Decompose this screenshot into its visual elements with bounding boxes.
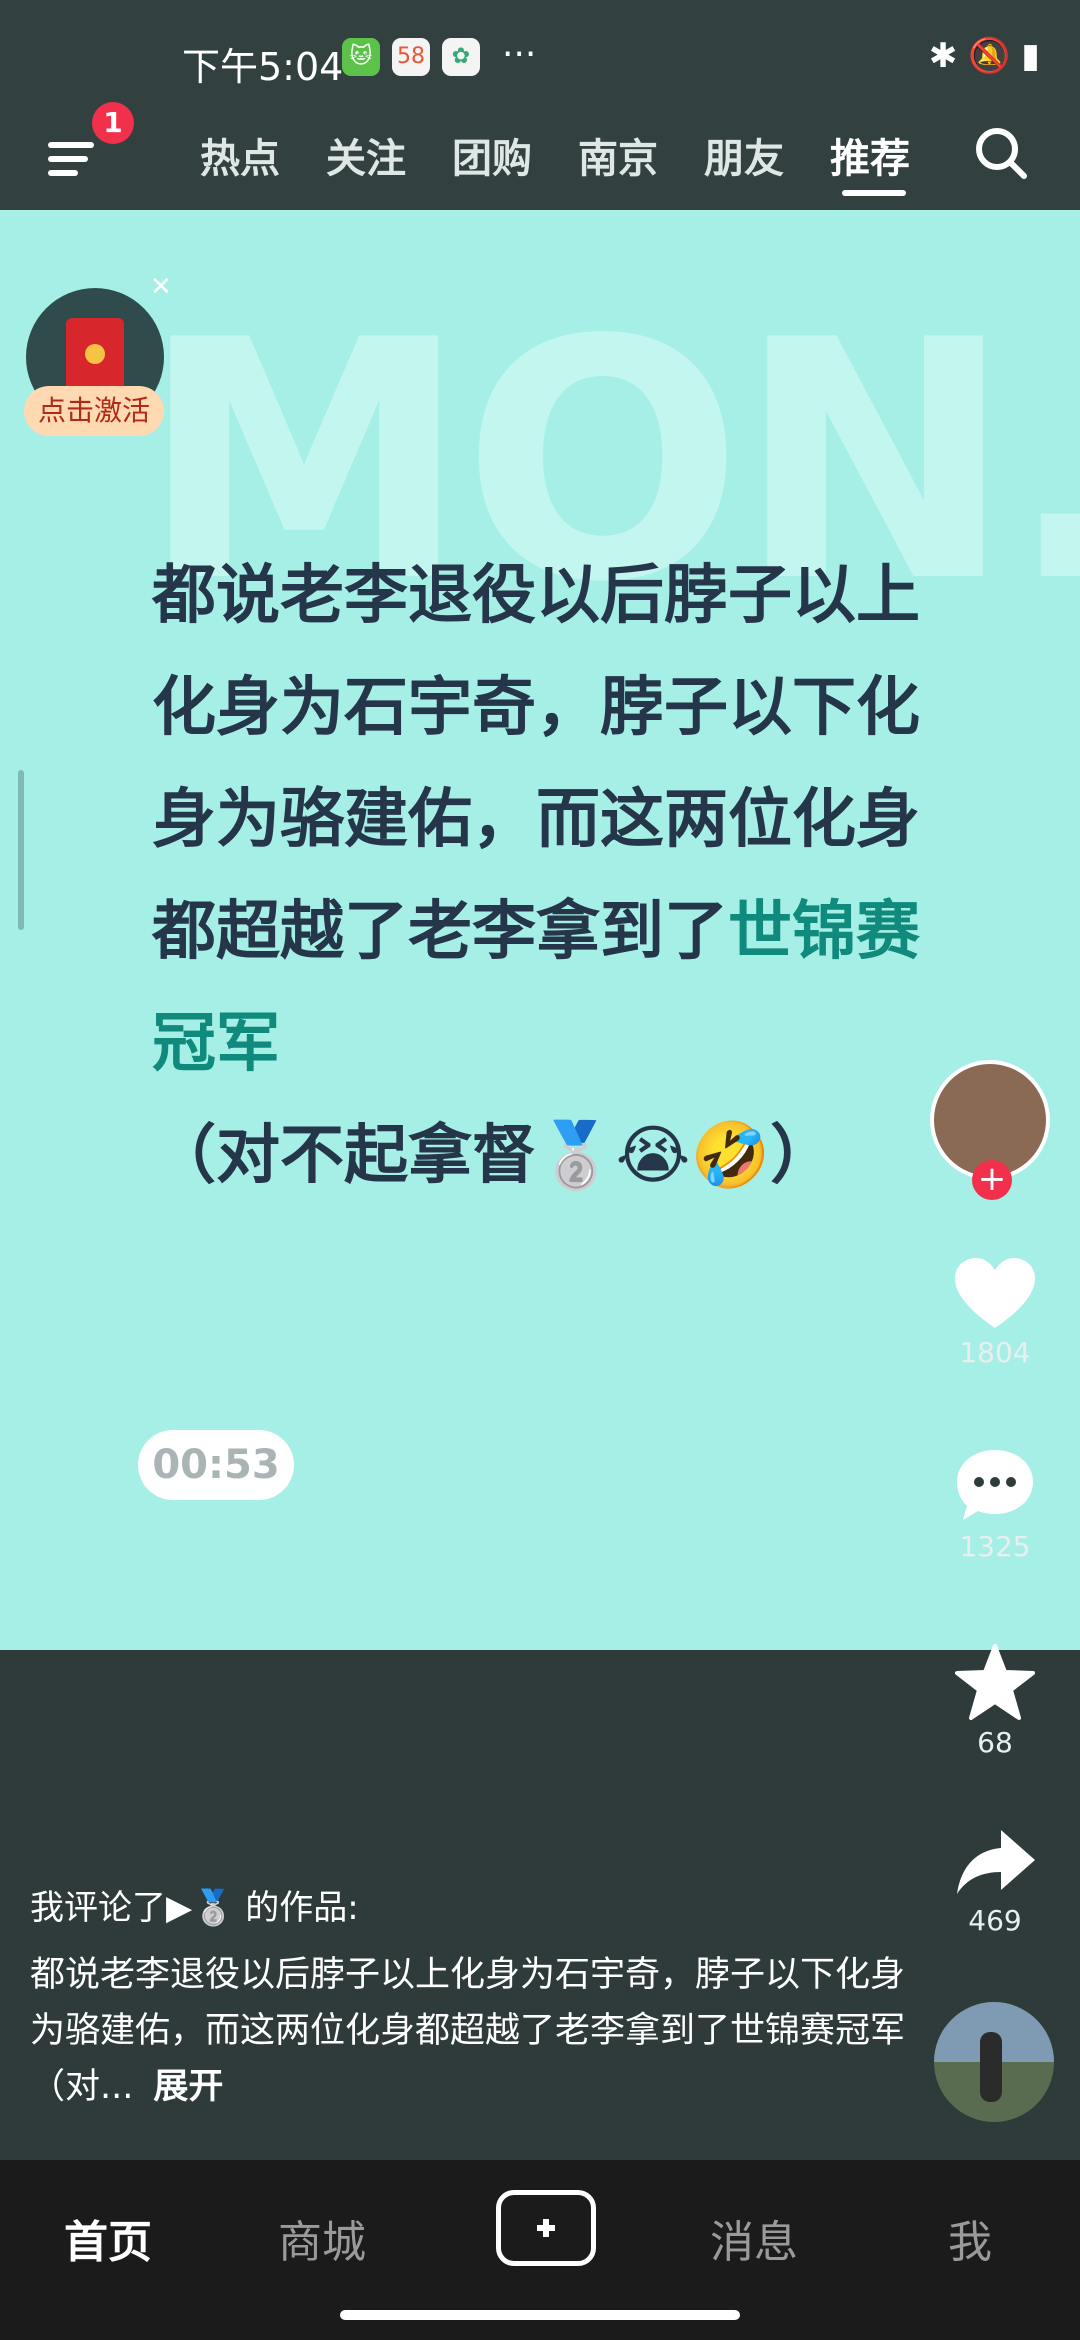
video-scroll-indicator xyxy=(18,770,24,930)
post-description: 都说老李退役以后脖子以上化身为石宇奇，脖子以下化身为骆建佑，而这两位化身都超越了… xyxy=(30,1947,910,2115)
like-button[interactable]: 1804 xyxy=(940,1256,1050,1369)
nav-home[interactable]: 首页 xyxy=(64,2206,152,2270)
home-indicator xyxy=(340,2310,740,2320)
tab-recommended[interactable]: 推荐 xyxy=(830,126,910,184)
bottom-nav: 首页 商城 消息 我 xyxy=(0,2160,1080,2340)
tab-following[interactable]: 关注 xyxy=(326,126,406,184)
app-notification-icon: ✿ xyxy=(442,38,480,76)
tab-group-buy[interactable]: 团购 xyxy=(452,126,532,184)
more-notifications-icon: ··· xyxy=(502,34,537,75)
red-envelope-icon xyxy=(66,318,124,390)
share-arrow-icon xyxy=(957,1830,1035,1894)
activate-label[interactable]: 点击激活 xyxy=(24,386,164,436)
music-disc-avatar[interactable] xyxy=(934,2002,1054,2122)
status-time: 下午5:04 xyxy=(182,45,344,89)
menu-icon xyxy=(48,142,94,148)
top-nav: 1 热点 关注 团购 南京 朋友 推荐 xyxy=(0,102,1080,210)
tab-hot[interactable]: 热点 xyxy=(200,126,280,184)
close-widget-icon[interactable]: ✕ xyxy=(150,272,172,302)
menu-button[interactable] xyxy=(42,130,98,186)
share-count: 469 xyxy=(968,1904,1022,1937)
app-58-notification-icon: 58 xyxy=(392,38,430,76)
share-button[interactable]: 469 xyxy=(940,1826,1050,1937)
search-icon xyxy=(976,128,1027,179)
comment-button[interactable]: 1325 xyxy=(940,1446,1050,1563)
bluetooth-icon: ✱ xyxy=(928,36,958,76)
system-status-icons: ✱ 🔕 ▮ xyxy=(929,36,1040,76)
notification-badge: 1 xyxy=(92,102,134,144)
video-caption: 都说老李退役以后脖子以上化身为石宇奇，脖子以下化身为骆建佑，而这两位化身都超越了… xyxy=(152,540,942,1212)
video-player[interactable]: MON. 都说老李退役以后脖子以上化身为石宇奇，脖子以下化身为骆建佑，而这两位化… xyxy=(0,210,1080,1650)
comment-count: 1325 xyxy=(959,1530,1031,1563)
like-count: 1804 xyxy=(959,1336,1031,1369)
caption-text-end: （对不起拿督🥈😭🤣） xyxy=(152,1119,835,1193)
comment-icon xyxy=(957,1450,1033,1520)
search-button[interactable] xyxy=(970,122,1032,184)
nav-mall[interactable]: 商城 xyxy=(278,2206,366,2270)
tab-friends[interactable]: 朋友 xyxy=(704,126,784,184)
nav-messages[interactable]: 消息 xyxy=(710,2206,798,2270)
heart-icon xyxy=(955,1258,1035,1328)
mute-bell-icon: 🔕 xyxy=(968,36,1011,76)
post-info: 我评论了▶🥈 的作品: 都说老李退役以后脖子以上化身为石宇奇，脖子以下化身为骆建… xyxy=(30,1880,910,2115)
tab-nanjing[interactable]: 南京 xyxy=(578,126,658,184)
wechat-notification-icon: 🐱 xyxy=(342,38,380,76)
active-tab-indicator xyxy=(842,190,906,196)
favorite-count: 68 xyxy=(977,1726,1013,1759)
follow-button[interactable]: + xyxy=(972,1160,1012,1200)
star-icon xyxy=(955,1644,1035,1720)
commented-line[interactable]: 我评论了▶🥈 的作品: xyxy=(30,1880,910,1929)
status-bar: 下午5:04 🐱 58 ✿ ··· ✱ 🔕 ▮ xyxy=(0,0,1080,112)
video-timer: 00:53 xyxy=(138,1430,294,1500)
favorite-button[interactable]: 68 xyxy=(940,1642,1050,1759)
expand-link[interactable]: 展开 xyxy=(153,2067,223,2107)
create-post-button[interactable] xyxy=(496,2190,596,2266)
nav-me[interactable]: 我 xyxy=(948,2206,992,2270)
battery-icon: ▮ xyxy=(1021,36,1040,76)
